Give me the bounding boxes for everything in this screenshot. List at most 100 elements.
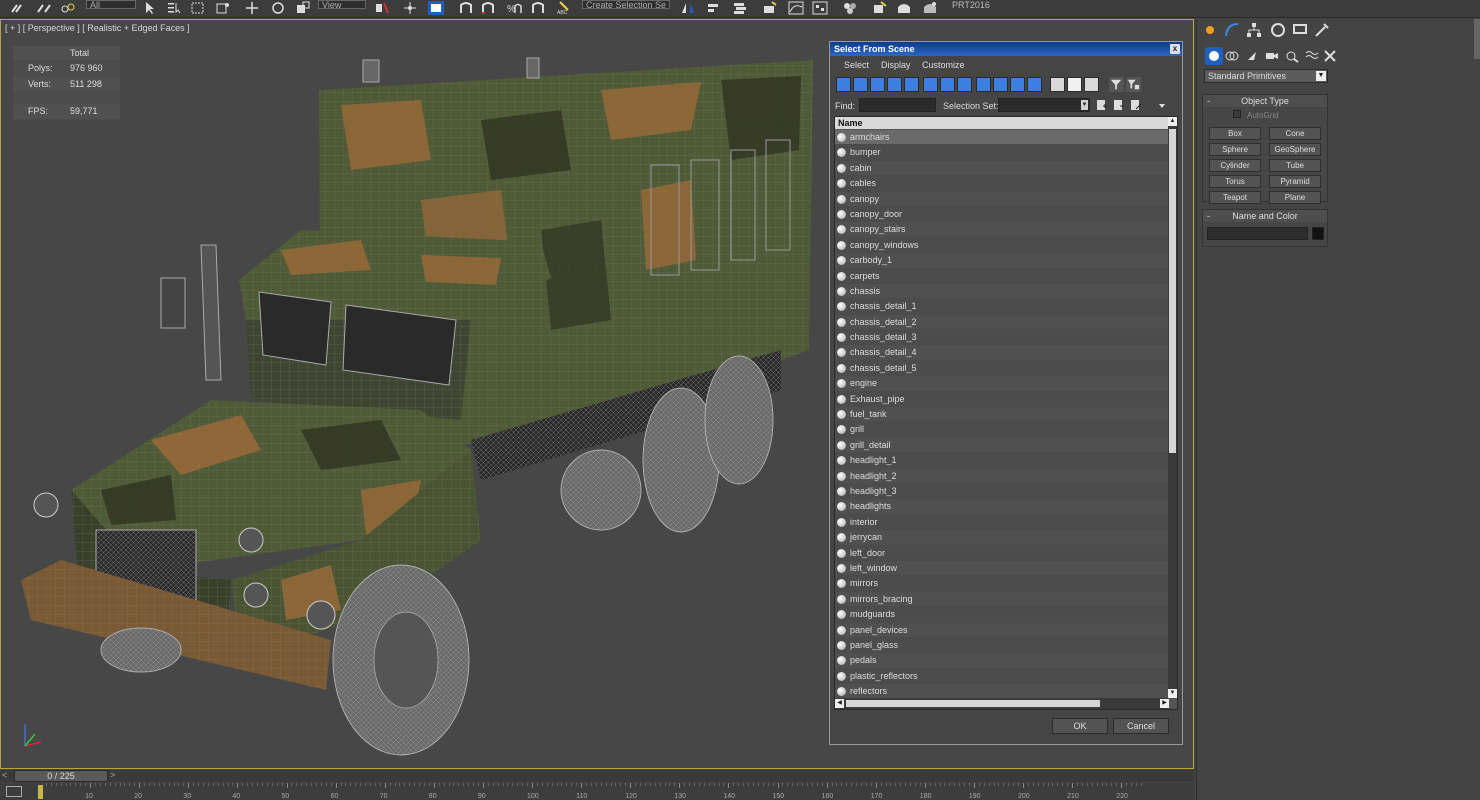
- close-icon[interactable]: x: [1170, 44, 1180, 54]
- cancel-button[interactable]: Cancel: [1113, 718, 1169, 734]
- display-frozen-icon[interactable]: [1010, 77, 1025, 92]
- list-item[interactable]: armchairs: [835, 130, 1169, 146]
- vertical-scrollbar[interactable]: ▲ ▼: [1168, 117, 1177, 698]
- plane-button[interactable]: Plane: [1269, 191, 1321, 204]
- display-lights-icon[interactable]: [870, 77, 885, 92]
- display-xrefs-icon[interactable]: [957, 77, 972, 92]
- menu-display[interactable]: Display: [881, 60, 911, 70]
- scroll-right-icon[interactable]: ▶: [1160, 699, 1169, 708]
- render-frame-window-icon[interactable]: [896, 1, 912, 15]
- list-item[interactable]: carbody_1: [835, 253, 1169, 269]
- expand-options-icon[interactable]: [1156, 99, 1168, 111]
- list-item[interactable]: cables: [835, 176, 1169, 192]
- pivot-center-icon[interactable]: [374, 1, 390, 15]
- align-icon[interactable]: [706, 1, 722, 15]
- teapot-button[interactable]: Teapot: [1209, 191, 1261, 204]
- list-item[interactable]: canopy_windows: [835, 237, 1169, 254]
- list-item[interactable]: chassis_detail_4: [835, 345, 1169, 361]
- curve-editor-icon[interactable]: [788, 1, 804, 15]
- display-bones-icon[interactable]: [976, 77, 991, 92]
- filter-options-icon[interactable]: [1126, 77, 1141, 92]
- list-item[interactable]: reflectors: [835, 684, 1169, 698]
- select-all-icon[interactable]: [1050, 77, 1065, 92]
- horizontal-scrollbar[interactable]: ◀ ▶: [835, 698, 1169, 709]
- select-by-name-icon[interactable]: [166, 1, 182, 15]
- create-tab-icon[interactable]: [1201, 21, 1219, 39]
- lights-icon[interactable]: [1243, 47, 1261, 65]
- display-groups-icon[interactable]: [940, 77, 955, 92]
- mini-curve-editor-icon[interactable]: [6, 786, 22, 797]
- systems-icon[interactable]: [1321, 47, 1339, 65]
- torus-button[interactable]: Torus: [1209, 175, 1261, 188]
- cone-button[interactable]: Cone: [1269, 127, 1321, 140]
- menu-select[interactable]: Select: [844, 60, 869, 70]
- list-item[interactable]: headlight_2: [835, 468, 1169, 484]
- object-name-input[interactable]: [1207, 227, 1308, 240]
- display-geometry-icon[interactable]: [836, 77, 851, 92]
- display-containers-icon[interactable]: [993, 77, 1008, 92]
- list-item[interactable]: bumper: [835, 145, 1169, 161]
- list-item[interactable]: engine: [835, 376, 1169, 392]
- helpers-icon[interactable]: [1283, 47, 1301, 65]
- list-item[interactable]: grill: [835, 422, 1169, 438]
- box-button[interactable]: Box: [1209, 127, 1261, 140]
- space-warps-icon[interactable]: [1303, 47, 1321, 65]
- display-cameras-icon[interactable]: [887, 77, 902, 92]
- viewport-label[interactable]: [ + ] [ Perspective ] [ Realistic + Edge…: [5, 23, 190, 33]
- window-crossing-icon[interactable]: [215, 1, 231, 15]
- list-item[interactable]: mudguards: [835, 607, 1169, 623]
- list-item[interactable]: chassis: [835, 283, 1169, 300]
- remove-selection-set-icon[interactable]: [1113, 99, 1125, 111]
- display-hidden-icon[interactable]: [1027, 77, 1042, 92]
- mirror-icon[interactable]: [680, 1, 696, 15]
- scene-object-list[interactable]: Name armchairs bumper cabin cables canopy can…: [834, 116, 1178, 710]
- pyramid-button[interactable]: Pyramid: [1269, 175, 1321, 188]
- list-item[interactable]: canopy_stairs: [835, 222, 1169, 238]
- reference-coordinate-dropdown[interactable]: View: [318, 0, 366, 10]
- name-column-header[interactable]: Name: [835, 117, 1169, 129]
- list-item[interactable]: mirrors_bracing: [835, 591, 1169, 608]
- list-item[interactable]: headlights: [835, 499, 1169, 515]
- rotate-icon[interactable]: [270, 1, 286, 15]
- display-helpers-icon[interactable]: [904, 77, 919, 92]
- object-color-swatch[interactable]: [1312, 227, 1324, 240]
- dialog-title-bar[interactable]: Select From Scene x: [830, 42, 1182, 56]
- scroll-left-icon[interactable]: ◀: [835, 699, 844, 708]
- autogrid-checkbox[interactable]: [1233, 110, 1241, 118]
- scale-icon[interactable]: [295, 1, 311, 15]
- utilities-tab-icon[interactable]: [1313, 21, 1331, 39]
- list-item[interactable]: jerrycan: [835, 530, 1169, 546]
- render-setup-icon[interactable]: [872, 1, 888, 15]
- link-icon[interactable]: [10, 1, 26, 15]
- shapes-icon[interactable]: [1223, 47, 1241, 65]
- menu-customize[interactable]: Customize: [922, 60, 965, 70]
- list-item[interactable]: headlight_1: [835, 453, 1169, 469]
- selection-set-dropdown[interactable]: ▼: [998, 98, 1090, 112]
- layer-manager-icon[interactable]: [732, 1, 748, 15]
- time-next-button[interactable]: >: [110, 770, 120, 782]
- tube-button[interactable]: Tube: [1269, 159, 1321, 172]
- material-editor-icon[interactable]: [842, 1, 858, 15]
- display-tab-icon[interactable]: [1291, 21, 1309, 39]
- list-item[interactable]: mirrors: [835, 576, 1169, 592]
- list-item[interactable]: carpets: [835, 268, 1169, 284]
- list-item[interactable]: left_door: [835, 545, 1169, 561]
- named-selection-set-dropdown[interactable]: Create Selection Se: [582, 0, 670, 10]
- list-item[interactable]: chassis_detail_1: [835, 299, 1169, 315]
- selection-filter-dropdown[interactable]: All: [86, 0, 136, 10]
- list-item[interactable]: cabin: [835, 160, 1169, 177]
- time-slider[interactable]: 0 / 225: [14, 770, 108, 782]
- spinner-snap-icon[interactable]: [530, 1, 546, 15]
- command-panel-scrollbar[interactable]: [1474, 19, 1480, 59]
- select-none-icon[interactable]: [1067, 77, 1082, 92]
- scroll-down-icon[interactable]: ▼: [1168, 689, 1177, 698]
- move-icon[interactable]: [244, 1, 260, 15]
- rectangular-selection-icon[interactable]: [190, 1, 206, 15]
- time-prev-button[interactable]: <: [2, 770, 12, 782]
- modify-tab-icon[interactable]: [1223, 21, 1241, 39]
- chevron-down-icon[interactable]: ▼: [1081, 100, 1088, 110]
- motion-tab-icon[interactable]: [1269, 21, 1287, 39]
- display-space-warps-icon[interactable]: [923, 77, 938, 92]
- cameras-icon[interactable]: [1263, 47, 1281, 65]
- bind-space-warp-icon[interactable]: [60, 1, 76, 15]
